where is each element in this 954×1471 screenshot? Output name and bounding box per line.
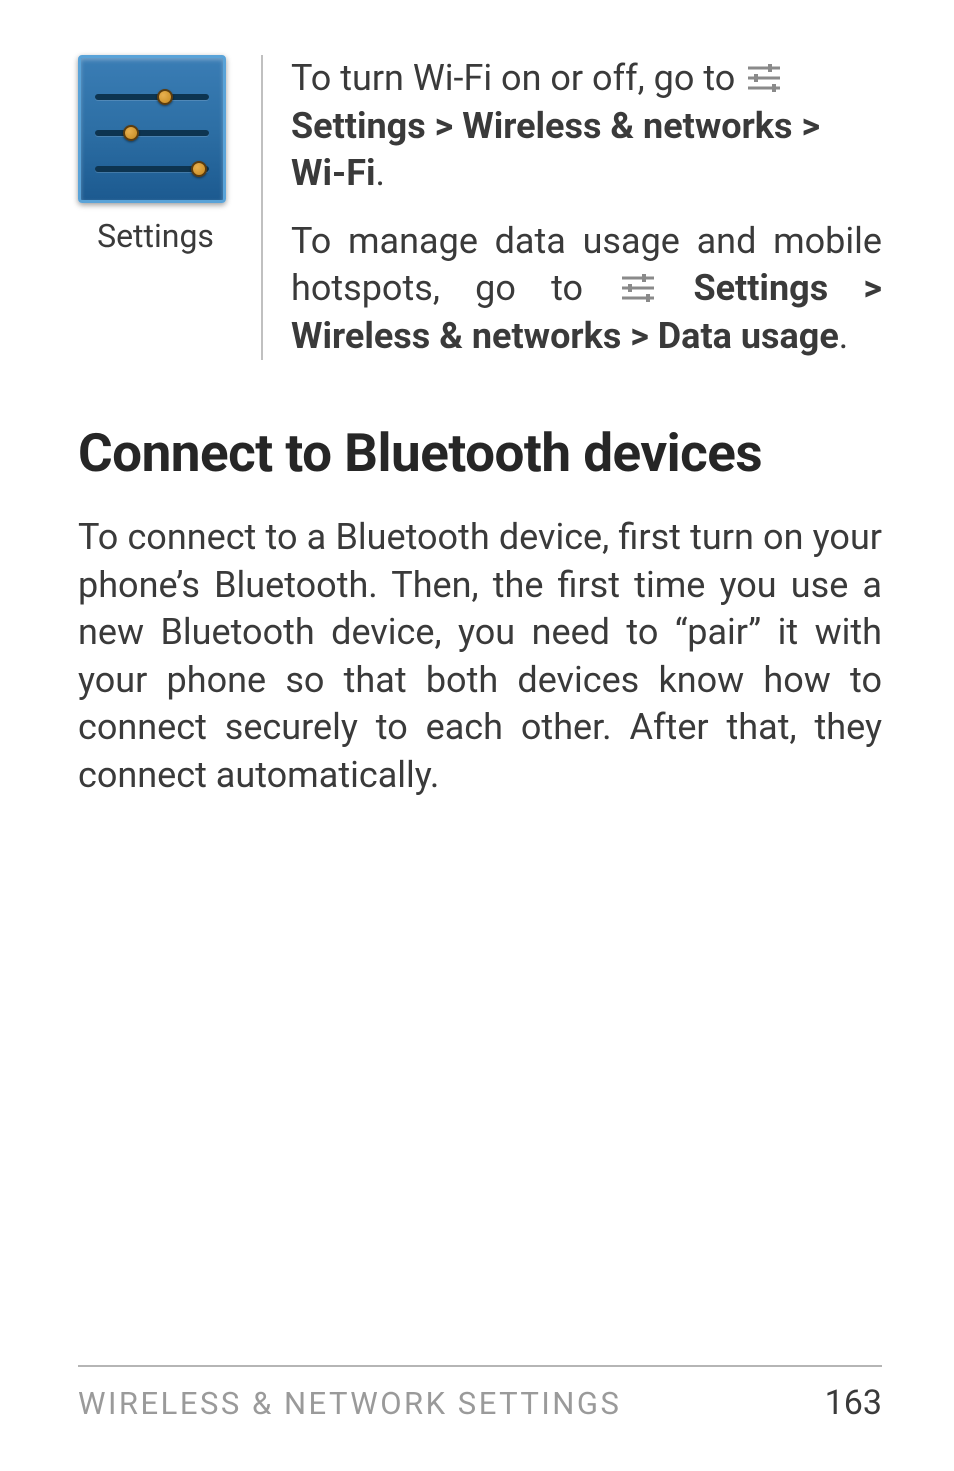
wifi-tip-paragraph: To turn Wi-Fi on or off, go to Settings …: [291, 55, 882, 198]
wifi-tip-tail: .: [376, 152, 386, 194]
settings-tip-block: Settings To turn Wi-Fi on or off, go to …: [78, 55, 882, 360]
icon-column: Settings: [78, 55, 233, 360]
tip-text-column: To turn Wi-Fi on or off, go to Settings …: [261, 55, 882, 360]
settings-app-icon: [78, 55, 226, 203]
footer-rule: [78, 1365, 882, 1367]
settings-sliders-icon: [620, 269, 656, 301]
data-usage-tip-paragraph: To manage data usage and mobile hotspots…: [291, 218, 882, 361]
page-footer: WIRELESS & NETWORK SETTINGS 163: [78, 1365, 882, 1423]
section-heading: Connect to Bluetooth devices: [78, 422, 882, 484]
data-tip-tail: .: [839, 315, 849, 357]
wifi-tip-path: Settings > Wireless & networks > Wi-Fi: [291, 105, 820, 195]
footer-page-number: 163: [825, 1383, 882, 1423]
icon-caption: Settings: [78, 217, 233, 255]
bluetooth-body-paragraph: To connect to a Bluetooth device, first …: [78, 514, 882, 799]
wifi-tip-lead: To turn Wi-Fi on or off, go to: [291, 57, 744, 99]
settings-sliders-icon: [746, 59, 782, 91]
footer-section-title: WIRELESS & NETWORK SETTINGS: [78, 1385, 621, 1422]
